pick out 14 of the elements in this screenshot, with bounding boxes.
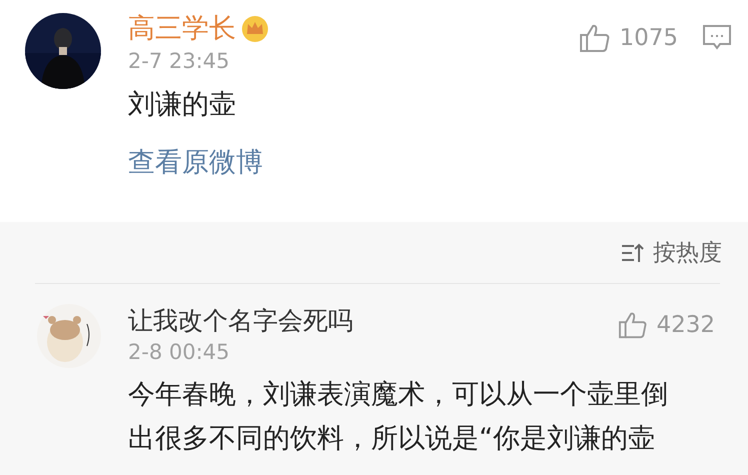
sort-button[interactable]: 按热度 [653, 236, 722, 270]
sort-icon[interactable] [621, 242, 645, 264]
post-text: 刘谦的壶 [128, 88, 237, 122]
thumbs-up-icon[interactable] [618, 310, 648, 340]
username[interactable]: 让我改个名字会死吗 [128, 306, 618, 336]
like-count: 1075 [619, 24, 678, 53]
like-count: 4232 [656, 310, 715, 340]
username[interactable]: 高三学长 [128, 13, 236, 46]
thumbs-up-icon[interactable] [579, 22, 612, 54]
timestamp: 2-8 00:45 [128, 340, 230, 365]
comment-text: 今年春晚，刘谦表演魔术，可以从一个壶里倒出很多不同的饮料，所以说是“你是刘谦的壶 [128, 378, 669, 456]
timestamp: 2-7 23:45 [128, 49, 230, 75]
view-original-link[interactable]: 查看原微博 [128, 142, 263, 184]
crown-icon [240, 15, 270, 44]
